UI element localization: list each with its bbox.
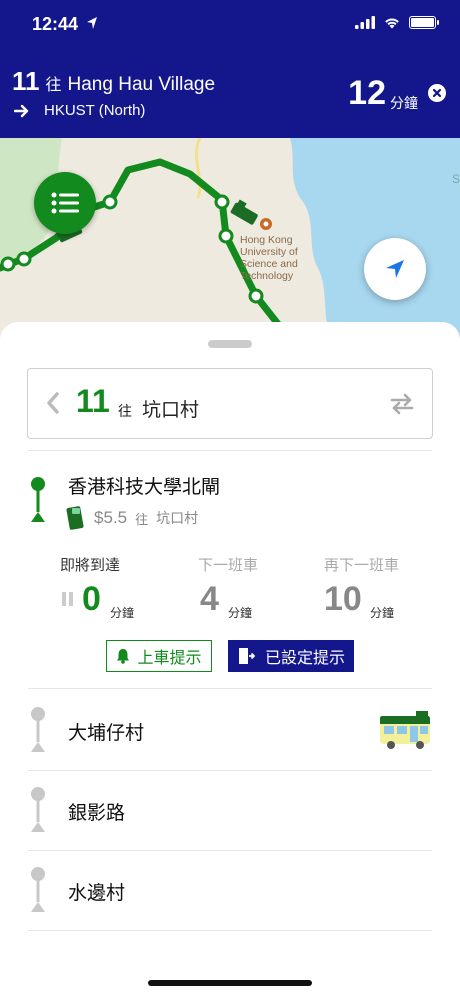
stop-name[interactable]: 水邊村 — [68, 878, 125, 905]
location-arrow-icon — [87, 17, 97, 29]
eta-label: 下一班車 — [198, 557, 259, 574]
board-alert-label: 上車提示 — [137, 650, 202, 667]
divider — [28, 770, 432, 771]
bell-icon — [117, 649, 130, 664]
route-header: 12:44 11 往 Hang Hau Village HKUST (North… — [0, 0, 460, 138]
stop-marker-icon — [31, 707, 45, 752]
divider — [28, 930, 432, 931]
header-destination: Hang Hau Village — [67, 74, 216, 95]
alert-set-button[interactable]: 已設定提示 — [228, 640, 354, 672]
stop-list-button[interactable] — [34, 172, 96, 234]
list-icon — [51, 192, 79, 214]
map-edge-label: S — [452, 172, 460, 186]
eta-value: 4 — [200, 580, 219, 618]
eta-arriving: 即將到達 0 分鐘 — [60, 554, 190, 620]
wifi-icon — [385, 18, 399, 29]
eta-unit: 分鐘 — [370, 606, 395, 620]
eta-next: 下一班車 4 分鐘 — [198, 554, 328, 620]
eta-unit: 分鐘 — [110, 606, 135, 620]
signal-icon — [355, 16, 375, 29]
close-button[interactable] — [428, 84, 446, 102]
selector-destination: 坑口村 — [142, 400, 200, 421]
route-selector[interactable]: 11 往 坑口村 — [27, 368, 433, 439]
battery-icon — [409, 16, 439, 29]
exit-door-icon — [238, 648, 255, 664]
arrow-right-icon — [14, 104, 29, 117]
map-label-line: Science and — [240, 258, 298, 270]
stop-marker-icon — [31, 867, 45, 912]
current-stop-marker-icon — [31, 477, 45, 522]
stop-name[interactable]: 大埔仔村 — [68, 718, 144, 745]
selector-to-label: 往 — [118, 403, 132, 419]
divider — [28, 850, 432, 851]
locate-me-button[interactable] — [364, 238, 426, 300]
eta-label: 再下一班車 — [324, 557, 400, 574]
fare-destination: 坑口村 — [156, 510, 199, 526]
sheet-grabber[interactable] — [208, 340, 252, 348]
stop-name[interactable]: 銀影路 — [68, 798, 125, 825]
close-icon — [432, 88, 442, 98]
swap-direction-icon[interactable] — [390, 393, 414, 415]
board-alert-button[interactable]: 上車提示 — [106, 640, 212, 672]
header-next-stop: HKUST (North) — [44, 102, 146, 119]
route-detail-sheet: 11 往 坑口村 香港科技大學北閘 $5.5 往 坑口村 即將到達 0 分鐘 下… — [0, 322, 460, 996]
fare-to-label: 往 — [135, 511, 149, 527]
header-route-number: 11 — [12, 66, 40, 96]
alert-set-label: 已設定提示 — [264, 650, 345, 667]
status-time: 12:44 — [32, 14, 79, 34]
selector-route-number: 11 — [76, 383, 110, 419]
home-indicator[interactable] — [148, 980, 312, 986]
octopus-card-icon — [66, 506, 84, 530]
divider — [28, 450, 432, 451]
current-stop-name: 香港科技大學北閘 — [68, 477, 221, 498]
header-eta-minutes: 12 — [348, 74, 386, 112]
eta-value: 0 — [82, 580, 101, 618]
status-bar: 12:44 — [0, 0, 460, 50]
fare-amount: $5.5 — [94, 508, 128, 527]
eta-value: 10 — [324, 580, 362, 618]
minibus-icon — [380, 711, 430, 749]
eta-following: 再下一班車 10 分鐘 — [324, 554, 454, 620]
header-eta-unit: 分鐘 — [390, 95, 418, 111]
header-to-label: 往 — [45, 77, 62, 94]
map-place-label: Hong Kong University of Science and Tech… — [240, 234, 298, 282]
map-label-line: Technology — [240, 270, 294, 282]
stop-marker-icon — [31, 787, 45, 832]
chevron-left-icon[interactable] — [46, 391, 60, 415]
navigation-arrow-icon — [386, 260, 404, 278]
divider — [28, 688, 432, 689]
eta-unit: 分鐘 — [228, 606, 253, 620]
map-label-line: Hong Kong — [240, 234, 293, 246]
map-label-line: University of — [240, 246, 298, 258]
pause-icon — [62, 592, 73, 606]
eta-label: 即將到達 — [60, 557, 121, 574]
